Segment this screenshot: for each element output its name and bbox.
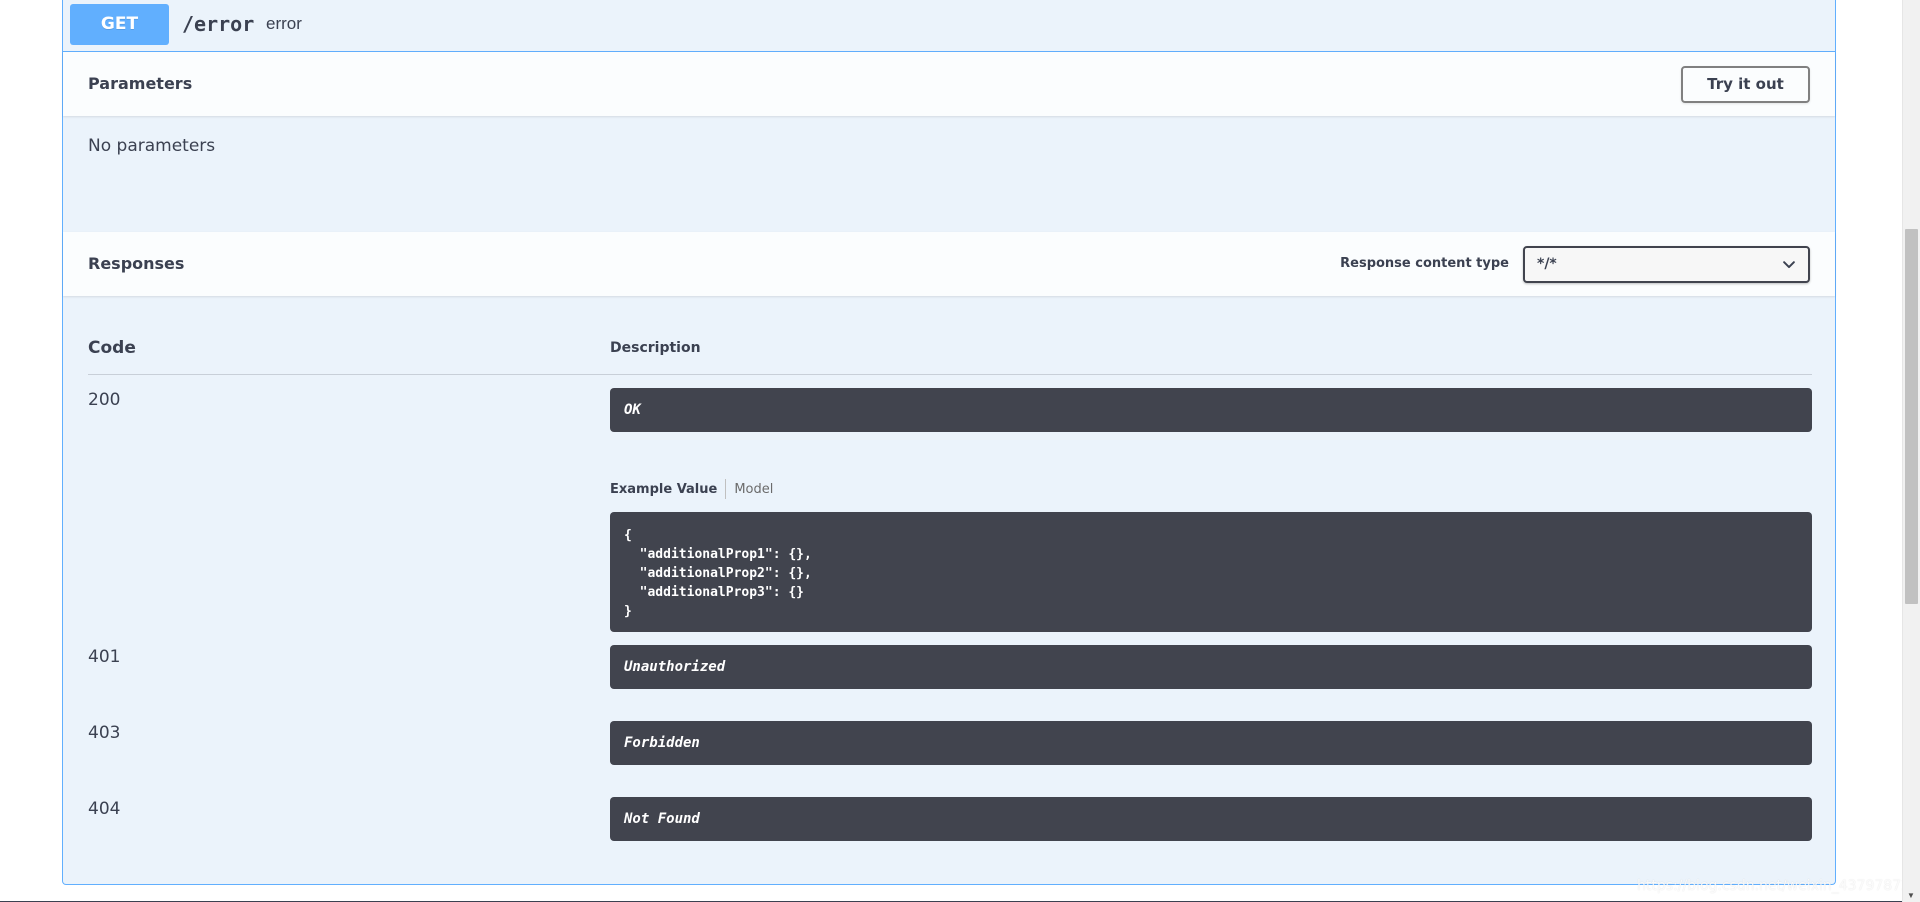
response-code-404: 404: [88, 799, 121, 819]
operation-path: /error: [182, 12, 255, 36]
response-code-403: 403: [88, 723, 121, 743]
example-value-code: { "additionalProp1": {}, "additionalProp…: [610, 512, 1812, 632]
tab-example-value[interactable]: Example Value: [610, 482, 717, 497]
http-method-badge: GET: [70, 4, 169, 45]
swagger-page: GET /error error Parameters Try it out N…: [0, 0, 1920, 902]
scroll-down-arrow-icon[interactable]: ▼: [1907, 891, 1915, 900]
response-code-200: 200: [88, 390, 121, 410]
chevron-down-icon: [1783, 261, 1795, 269]
response-description-404: Not Found: [610, 797, 1812, 841]
watermark-text: https://blog.csdn.net/weixin_43797872: [1636, 878, 1910, 894]
tab-divider: [725, 479, 727, 499]
tab-model[interactable]: Model: [734, 482, 773, 497]
response-content-type-value: */*: [1537, 256, 1557, 272]
column-header-description: Description: [610, 340, 701, 356]
table-header-divider: [88, 374, 1812, 375]
scrollbar-thumb[interactable]: [1905, 229, 1918, 604]
responses-header: Responses Response content type */*: [63, 232, 1835, 296]
example-tabs: Example Value Model: [610, 479, 773, 499]
parameters-header: Parameters Try it out: [63, 52, 1835, 116]
operation-summary-text: error: [266, 14, 302, 33]
vertical-scrollbar[interactable]: ▼: [1902, 0, 1920, 902]
response-description-200: OK: [610, 388, 1812, 432]
try-it-out-button[interactable]: Try it out: [1681, 66, 1810, 103]
response-content-type-select[interactable]: */*: [1523, 246, 1810, 283]
response-content-type-label: Response content type: [1340, 256, 1509, 271]
response-code-401: 401: [88, 647, 121, 667]
operation-block-get-error: GET /error error Parameters Try it out N…: [62, 0, 1836, 885]
responses-title: Responses: [88, 254, 185, 273]
no-parameters-text: No parameters: [88, 136, 216, 156]
operation-summary[interactable]: GET /error error: [63, 0, 1835, 52]
parameters-title: Parameters: [88, 74, 193, 93]
response-description-403: Forbidden: [610, 721, 1812, 765]
column-header-code: Code: [88, 338, 136, 358]
response-description-401: Unauthorized: [610, 645, 1812, 689]
